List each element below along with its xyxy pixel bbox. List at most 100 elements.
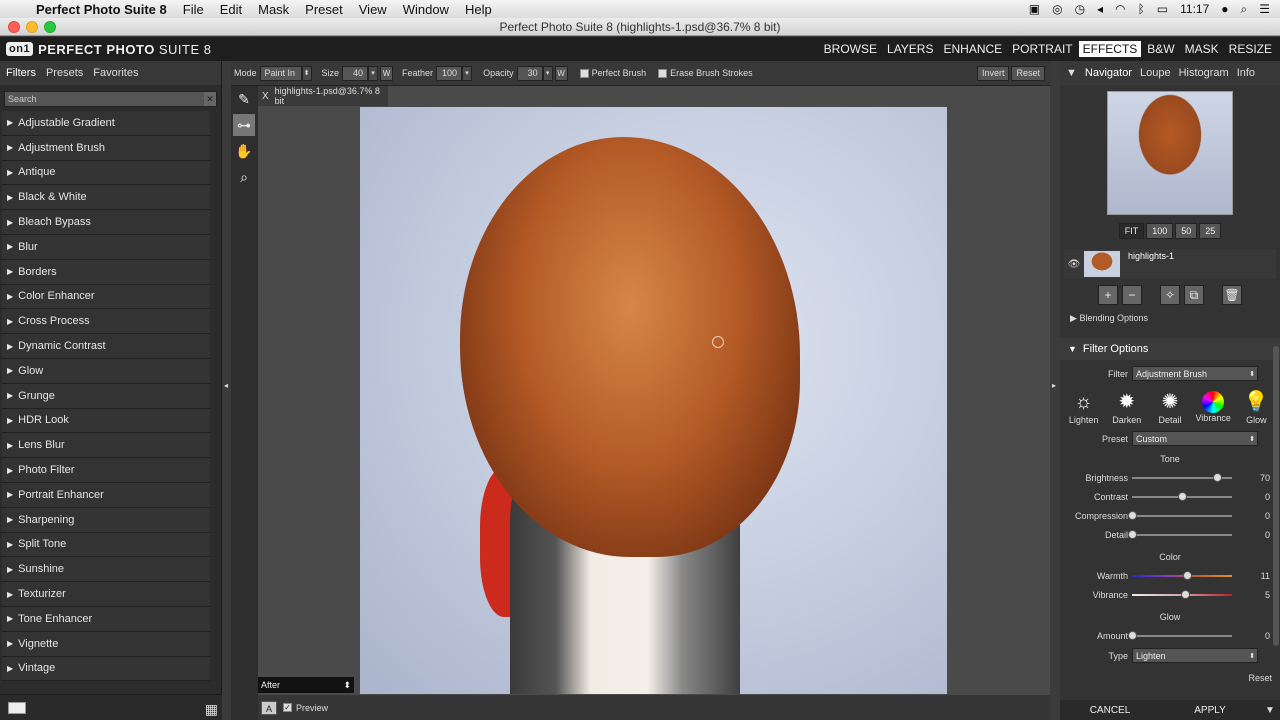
filter-item[interactable]: ▶ Black & White (2, 185, 210, 211)
notification-icon[interactable]: ☰ (1259, 2, 1270, 16)
filter-item[interactable]: ▶ Grunge (2, 383, 210, 409)
fx-detail-button[interactable]: ✺ Detail (1150, 389, 1190, 425)
zoom-25-button[interactable]: 25 (1199, 223, 1222, 239)
adjustment-brush-tool-icon[interactable]: ⊶ (233, 114, 255, 136)
collapse-left-icon[interactable]: ◂ (224, 381, 228, 390)
fx-lighten-button[interactable]: ☼ Lighten (1064, 389, 1104, 425)
clock[interactable]: 11:17 (1180, 2, 1209, 16)
tab-navigator[interactable]: Navigator (1085, 67, 1132, 79)
sync-icon[interactable]: ◎ (1052, 2, 1062, 16)
filter-select[interactable]: Adjustment Brush ⬍ (1132, 366, 1258, 381)
compare-a-button[interactable]: A (261, 700, 277, 715)
brush-tool-icon[interactable]: ✎ (233, 88, 255, 110)
module-bw[interactable]: B&W (1143, 41, 1178, 57)
feather-field[interactable]: 100 (436, 65, 463, 81)
tab-presets[interactable]: Presets (46, 67, 83, 79)
bluetooth-icon[interactable]: ᛒ (1138, 2, 1145, 16)
slider-handle[interactable] (1183, 570, 1192, 580)
filter-item[interactable]: ▶ Dynamic Contrast (2, 334, 210, 359)
minimize-window-icon[interactable] (26, 21, 38, 33)
filter-item[interactable]: ▶ Tone Enhancer (2, 606, 210, 632)
filter-item[interactable]: ▶ Cross Process (2, 309, 210, 335)
module-browse[interactable]: BROWSE (820, 41, 881, 57)
menu-view[interactable]: View (359, 2, 387, 17)
slider-track[interactable] (1128, 510, 1232, 520)
slider-handle[interactable] (1213, 472, 1222, 482)
hand-tool-icon[interactable]: ✋ (233, 140, 255, 162)
filter-options-header[interactable]: ▼ Filter Options (1060, 338, 1280, 360)
tab-loupe[interactable]: Loupe (1140, 67, 1171, 79)
invert-button[interactable]: Invert (976, 65, 1010, 81)
size-field[interactable]: 40 (342, 65, 369, 81)
type-select[interactable]: Lighten ⬍ (1132, 648, 1258, 663)
module-effects[interactable]: EFFECTS (1078, 41, 1142, 57)
grid-view-icon[interactable]: ▦ (205, 701, 218, 718)
view-mode-select[interactable]: After ⬍ (258, 677, 354, 693)
filter-item[interactable]: ▶ Color Enhancer (2, 284, 210, 310)
menu-help[interactable]: Help (465, 2, 492, 17)
erase-strokes-checkbox[interactable] (658, 68, 668, 78)
camera-icon[interactable]: ▣ (1029, 2, 1040, 16)
navigator-collapse-icon[interactable]: ▼ (1066, 67, 1077, 79)
zoom-window-icon[interactable] (44, 21, 56, 33)
photo-preview[interactable] (360, 107, 947, 694)
duplicate-icon[interactable]: ⧉ (1184, 285, 1204, 305)
right-scrollbar[interactable] (1273, 346, 1279, 646)
feather-arrow-icon[interactable]: ▾ (462, 65, 473, 81)
perfect-brush-checkbox[interactable] (579, 68, 589, 78)
filter-item[interactable]: ▶ Adjustment Brush (2, 135, 210, 161)
preview-checkbox[interactable]: ✓ (283, 703, 292, 712)
filter-item[interactable]: ▶ Bleach Bypass (2, 210, 210, 235)
slider-track[interactable] (1132, 589, 1232, 599)
cancel-button[interactable]: CANCEL (1060, 705, 1160, 716)
reset-filter-button[interactable]: Reset (1248, 673, 1272, 683)
slider-track[interactable] (1128, 529, 1232, 539)
mode-arrow-icon[interactable]: ⬍ (301, 65, 312, 81)
fx-darken-button[interactable]: ✹ Darken (1107, 389, 1147, 425)
slider-handle[interactable] (1181, 589, 1190, 599)
fx-vibrance-button[interactable]: Vibrance (1193, 389, 1233, 425)
tab-histogram[interactable]: Histogram (1179, 67, 1229, 79)
module-mask[interactable]: MASK (1181, 41, 1223, 57)
filter-item[interactable]: ▶ Vintage (2, 656, 210, 682)
layer-row[interactable]: 👁 highlights-1 (1064, 249, 1276, 279)
clear-search-icon[interactable]: ✕ (204, 92, 216, 106)
menu-mask[interactable]: Mask (258, 2, 289, 17)
menu-file[interactable]: File (183, 2, 204, 17)
trash-icon[interactable]: 🗑 (1222, 285, 1242, 305)
filter-item[interactable]: ▶ Texturizer (2, 582, 210, 607)
opacity-w-button[interactable]: W (554, 65, 568, 81)
zoom-tool-icon[interactable]: ⌕ (233, 166, 255, 188)
slider-track[interactable] (1128, 630, 1232, 640)
mode-select[interactable]: Paint In (259, 65, 302, 81)
filter-item[interactable]: ▶ Glow (2, 358, 210, 384)
eye-icon[interactable]: 👁 (1064, 259, 1084, 270)
tab-favorites[interactable]: Favorites (93, 67, 138, 79)
menu-app-name[interactable]: Perfect Photo Suite 8 (36, 2, 167, 17)
blending-options-toggle[interactable]: ▶ Blending Options (1070, 313, 1280, 324)
filter-item[interactable]: ▶ Vignette (2, 631, 210, 657)
apply-options-icon[interactable]: ▼ (1260, 705, 1280, 716)
preset-select[interactable]: Custom ⬍ (1132, 431, 1258, 446)
document-tab[interactable]: X highlights-1.psd@36.7% 8 bit (258, 86, 388, 106)
filter-item[interactable]: ▶ Split Tone (2, 532, 210, 558)
size-arrow-icon[interactable]: ▾ (368, 65, 379, 81)
filter-item[interactable]: ▶ Lens Blur (2, 433, 210, 459)
filter-item[interactable]: ▶ HDR Look (2, 408, 210, 434)
menu-window[interactable]: Window (403, 2, 449, 17)
opacity-field[interactable]: 30 (516, 65, 543, 81)
filter-item[interactable]: ▶ Sunshine (2, 557, 210, 583)
filter-item[interactable]: ▶ Sharpening (2, 507, 210, 533)
filter-item[interactable]: ▶ Antique (2, 160, 210, 186)
size-w-button[interactable]: W (380, 65, 394, 81)
module-resize[interactable]: RESIZE (1225, 41, 1276, 57)
navigator-thumbnail[interactable] (1107, 91, 1233, 215)
color-swatch[interactable] (8, 702, 26, 714)
user-icon[interactable]: ● (1221, 2, 1228, 16)
magic-wand-icon[interactable]: ✧ (1160, 285, 1180, 305)
collapse-right-icon[interactable]: ▸ (1052, 381, 1056, 390)
tab-filters[interactable]: Filters (6, 67, 36, 79)
menu-preset[interactable]: Preset (305, 2, 343, 17)
volume-icon[interactable]: ◂ (1097, 2, 1103, 16)
filter-search-input[interactable]: Search ✕ (4, 91, 217, 107)
